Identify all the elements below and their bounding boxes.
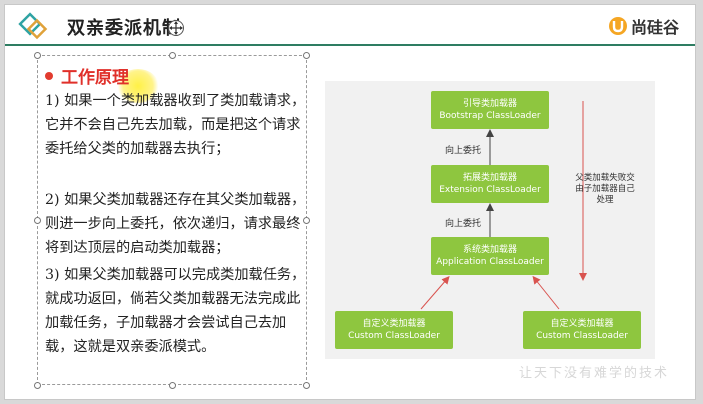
page-title: 双亲委派机制 [67, 18, 181, 39]
extension-classloader-node: 拓展类加载器 Extension ClassLoader [431, 165, 549, 203]
application-classloader-node: 系统类加载器 Application ClassLoader [431, 237, 549, 275]
brand-u-icon [608, 17, 627, 35]
resize-handle-bottom-left[interactable] [34, 382, 41, 389]
classloader-diagram: 引导类加载器 Bootstrap ClassLoader 拓展类加载器 Exte… [325, 81, 655, 359]
delegate-up-label-1: 向上委托 [445, 146, 482, 156]
arrow-custom-right-to-app [532, 275, 560, 310]
custom-left-en: Custom ClassLoader [348, 331, 440, 341]
header-divider [5, 44, 695, 46]
resize-handle-top-left[interactable] [34, 52, 41, 59]
extension-cn: 拓展类加载器 [462, 173, 517, 183]
custom-right-en: Custom ClassLoader [536, 331, 628, 341]
paragraph-2: 2) 如果父类加载器还存在其父类加载器，则进一步向上委托，依次递归，请求最终将到… [45, 192, 306, 256]
extension-en: Extension ClassLoader [439, 185, 541, 195]
arrow-custom-left-to-app [420, 275, 450, 310]
bootstrap-en: Bootstrap ClassLoader [439, 111, 541, 121]
bootstrap-cn: 引导类加载器 [462, 99, 517, 109]
diamond-logo-icon [18, 12, 48, 40]
paragraph-1: 1) 如果一个类加载器收到了类加载请求，它并不会自己先去加载，而是把这个请求委托… [45, 93, 306, 157]
delegate-up-label-2: 向上委托 [445, 219, 482, 229]
custom-classloader-right-node: 自定义类加载器 Custom ClassLoader [523, 311, 641, 349]
watermark: 让天下没有难学的技术 [518, 366, 669, 381]
resize-handle-bottom[interactable] [169, 382, 176, 389]
bullet-dot-icon [45, 71, 53, 80]
brand-logo: 尚硅谷 [608, 15, 679, 37]
application-en: Application ClassLoader [436, 257, 544, 267]
move-cursor-icon [168, 20, 184, 36]
section-heading: 工作原理 [45, 63, 129, 88]
paragraph-3: 3) 如果父类加载器可以完成类加载任务，就成功返回，倘若父类加载器无法完成此加载… [45, 267, 306, 355]
custom-left-cn: 自定义类加载器 [362, 319, 426, 329]
section-heading-text: 工作原理 [61, 68, 129, 88]
resize-handle-top-right[interactable] [303, 52, 310, 59]
custom-right-cn: 自定义类加载器 [550, 319, 614, 329]
resize-handle-bottom-right[interactable] [303, 382, 310, 389]
resize-handle-left[interactable] [34, 217, 41, 224]
custom-classloader-left-node: 自定义类加载器 Custom ClassLoader [335, 311, 453, 349]
application-cn: 系统类加载器 [462, 245, 517, 255]
brand-name: 尚硅谷 [630, 18, 679, 37]
slide: 双亲委派机制 尚硅谷 工作原理 1) 如果一个类加载器收到了类加载请求，它并不会… [4, 4, 696, 400]
slide-header: 双亲委派机制 尚硅谷 [5, 5, 695, 46]
bootstrap-classloader-node: 引导类加载器 Bootstrap ClassLoader [431, 91, 549, 129]
resize-handle-top[interactable] [169, 52, 176, 59]
fallback-note: 父类加载失败交由子加载器自己处理 [575, 173, 635, 205]
